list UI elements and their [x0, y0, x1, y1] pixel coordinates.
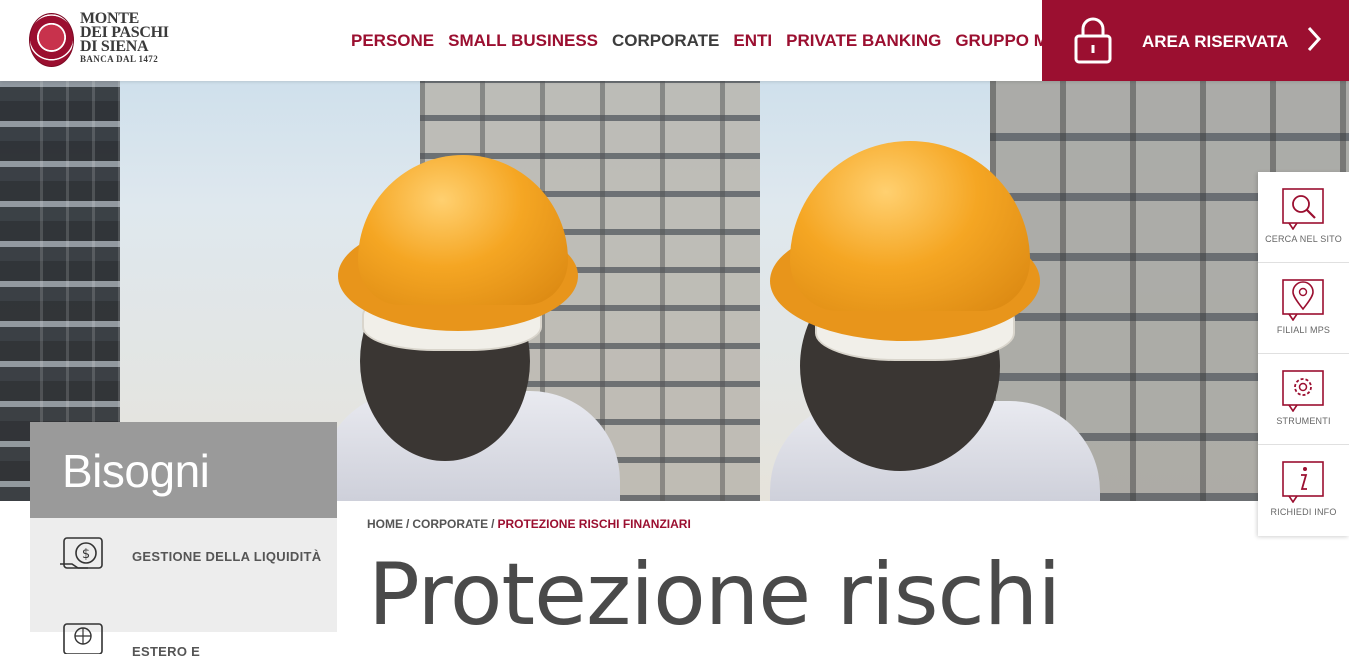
hero-worker-left [300, 141, 620, 501]
globe-hand-icon [63, 623, 103, 654]
bisogni-item-label: ESTERO E [132, 644, 201, 659]
brand-line-3: DI SIENA [80, 38, 149, 55]
info-icon [1282, 461, 1324, 503]
lock-icon [1074, 17, 1112, 64]
nav-item-small-business[interactable]: SMALL BUSINESS [448, 31, 598, 51]
tool-filiali-mps[interactable]: FILIALI MPS [1258, 263, 1349, 354]
tool-label: CERCA NEL SITO [1265, 234, 1342, 244]
page-title: Protezione rischi [368, 545, 1061, 645]
main-nav: PERSONE SMALL BUSINESS CORPORATE ENTI PR… [351, 31, 1085, 51]
tool-strumenti[interactable]: STRUMENTI [1258, 354, 1349, 445]
brand-wordmark: MONTE DEI PASCHI DI SIENA BANCA DAL 1472 [80, 11, 169, 65]
floating-tools: CERCA NEL SITO FILIALI MPS STRUMENTI RIC… [1258, 172, 1349, 536]
search-icon [1282, 188, 1324, 230]
bisogni-item-label: GESTIONE DELLA LIQUIDITÀ [132, 548, 322, 564]
nav-item-enti[interactable]: ENTI [733, 31, 772, 51]
breadcrumb-home[interactable]: HOME [367, 517, 403, 531]
nav-item-persone[interactable]: PERSONE [351, 31, 434, 51]
site-header: MONTE DEI PASCHI DI SIENA BANCA DAL 1472… [0, 0, 1349, 81]
chevron-right-icon [1307, 26, 1322, 52]
tool-label: FILIALI MPS [1276, 325, 1331, 335]
breadcrumb-separator: / [491, 517, 495, 531]
bisogni-title: Bisogni [30, 422, 337, 518]
brand-logo[interactable]: MONTE DEI PASCHI DI SIENA BANCA DAL 1472 [29, 11, 199, 72]
bisogni-list: $ GESTIONE DELLA LIQUIDITÀ ESTERO E [30, 518, 337, 659]
tool-label: RICHIEDI INFO [1270, 507, 1337, 517]
breadcrumb-separator: / [406, 517, 410, 531]
tool-cerca-nel-sito[interactable]: CERCA NEL SITO [1258, 172, 1349, 263]
bisogni-item-estero[interactable]: ESTERO E [30, 594, 337, 670]
brand-tagline: BANCA DAL 1472 [80, 54, 159, 64]
area-riservata-button[interactable]: AREA RISERVATA [1042, 0, 1349, 81]
breadcrumb: HOME / CORPORATE / PROTEZIONE RISCHI FINANZI… [367, 517, 691, 531]
hero-worker-right [740, 141, 1100, 501]
svg-text:$: $ [82, 547, 90, 562]
tool-richiedi-info[interactable]: RICHIEDI INFO [1258, 445, 1349, 536]
map-pin-icon [1282, 279, 1324, 321]
brand-seal-icon [29, 13, 74, 67]
nav-item-private-banking[interactable]: PRIVATE BANKING [786, 31, 941, 51]
gear-icon [1282, 370, 1324, 412]
bisogni-panel: Bisogni $ GESTIONE DELLA LIQUIDITÀ ESTER… [30, 422, 337, 659]
bisogni-item-liquidita[interactable]: $ GESTIONE DELLA LIQUIDITÀ [30, 518, 337, 594]
tool-label: STRUMENTI [1276, 416, 1331, 426]
nav-item-corporate[interactable]: CORPORATE [612, 31, 719, 51]
area-riservata-label: AREA RISERVATA [1142, 32, 1289, 51]
breadcrumb-corporate[interactable]: CORPORATE [412, 517, 488, 531]
breadcrumb-current: PROTEZIONE RISCHI FINANZIARI [497, 517, 691, 531]
money-hand-icon: $ [60, 537, 103, 569]
